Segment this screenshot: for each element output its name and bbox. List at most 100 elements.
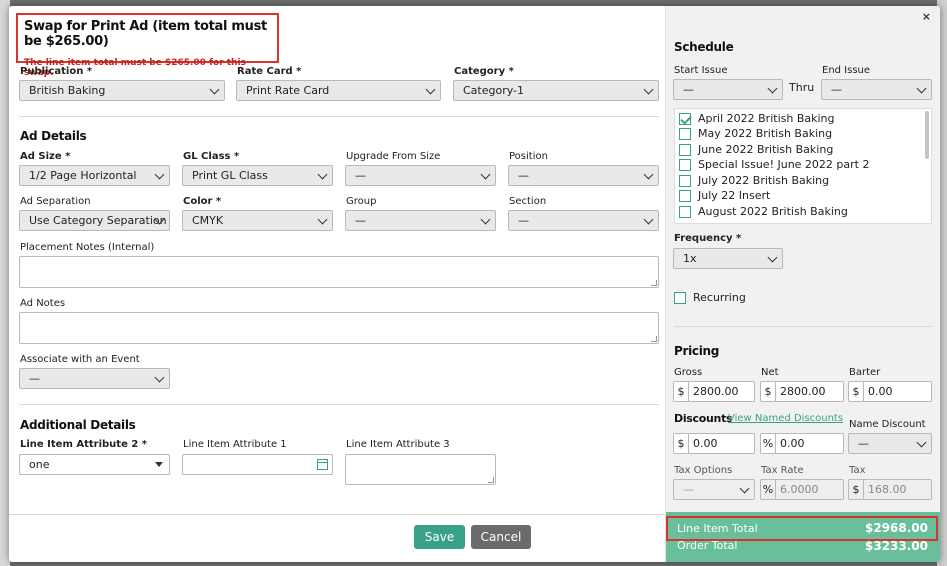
- start-issue-select[interactable]: —: [673, 79, 783, 100]
- ad-notes-textarea[interactable]: [19, 312, 659, 344]
- color-select[interactable]: CMYK: [182, 210, 333, 231]
- issue-item[interactable]: May 2022 British Baking: [679, 126, 832, 141]
- attr2-combobox[interactable]: one: [19, 454, 170, 475]
- discount-amount-value: 0.00: [693, 437, 718, 450]
- end-issue-select[interactable]: —: [821, 79, 932, 100]
- barter-input[interactable]: $0.00: [848, 381, 932, 402]
- resize-handle-icon[interactable]: [488, 477, 494, 483]
- discount-amount-input[interactable]: $0.00: [673, 433, 755, 454]
- percent-prefix: %: [761, 434, 776, 453]
- issue-label: July 22 Insert: [698, 189, 771, 202]
- checkbox-checked-icon[interactable]: [679, 112, 691, 125]
- checkbox-icon[interactable]: [674, 291, 686, 304]
- name-discount-label: Name Discount: [849, 419, 926, 430]
- thru-label: Thru: [789, 81, 815, 94]
- calendar-icon[interactable]: [317, 459, 328, 470]
- view-named-discounts-text[interactable]: View Named Discounts: [728, 413, 843, 424]
- tax-options-select: —: [673, 479, 755, 500]
- category-select[interactable]: Category-1: [453, 80, 659, 101]
- issue-item[interactable]: Special Issue! June 2022 part 2: [679, 157, 869, 172]
- additional-details-heading: Additional Details: [20, 418, 136, 432]
- discount-percent-input[interactable]: % 0.00: [760, 433, 844, 454]
- schedule-heading: Schedule: [674, 40, 734, 54]
- checkbox-icon[interactable]: [679, 127, 691, 140]
- swap-modal: Swap for Print Ad (item total must be $2…: [9, 6, 940, 562]
- list-scrollbar[interactable]: [925, 111, 929, 159]
- rate-card-value: Print Rate Card: [246, 84, 330, 97]
- chevron-down-icon: [643, 84, 654, 95]
- recurring-checkbox[interactable]: Recurring: [674, 290, 746, 305]
- summary-panel: × Schedule Start Issue — Thru End Issue …: [665, 6, 940, 562]
- ad-details-heading: Ad Details: [20, 129, 87, 143]
- dollar-prefix: $: [674, 434, 689, 453]
- save-button[interactable]: Save: [414, 525, 465, 549]
- caret-down-icon[interactable]: [155, 462, 163, 467]
- checkbox-icon[interactable]: [679, 205, 691, 218]
- associate-event-select[interactable]: —: [19, 368, 170, 389]
- chevron-down-icon: [317, 214, 328, 225]
- checkbox-icon[interactable]: [679, 174, 691, 187]
- ad-size-select[interactable]: 1/2 Page Horizontal: [19, 165, 170, 186]
- tax-rate-label: Tax Rate: [761, 465, 804, 476]
- pricing-heading: Pricing: [674, 344, 720, 358]
- issue-label: June 2022 British Baking: [698, 143, 834, 156]
- ad-separation-label: Ad Separation: [20, 196, 91, 207]
- publication-select[interactable]: British Baking: [19, 80, 225, 101]
- publication-label: Publication *: [20, 66, 93, 77]
- rate-card-select[interactable]: Print Rate Card: [236, 80, 441, 101]
- chevron-down-icon: [317, 169, 328, 180]
- gl-class-select[interactable]: Print GL Class: [182, 165, 333, 186]
- tax-value: 168.00: [868, 483, 907, 496]
- associate-event-label: Associate with an Event: [20, 354, 140, 365]
- position-select[interactable]: —: [508, 165, 659, 186]
- attr1-date-input[interactable]: [182, 454, 333, 475]
- attr2-value: one: [29, 458, 50, 471]
- name-discount-select[interactable]: —: [848, 433, 932, 454]
- issue-item[interactable]: July 2022 British Baking: [679, 173, 829, 188]
- ad-size-value: 1/2 Page Horizontal: [29, 169, 137, 182]
- section-select[interactable]: —: [508, 210, 659, 231]
- chevron-down-icon: [739, 483, 750, 494]
- issue-checklist[interactable]: April 2022 British Baking May 2022 Briti…: [674, 108, 932, 224]
- color-value: CMYK: [192, 214, 224, 227]
- view-named-discounts-link[interactable]: View Named Discounts: [728, 413, 843, 424]
- dollar-prefix: $: [849, 382, 864, 401]
- resize-handle-icon[interactable]: [651, 280, 657, 286]
- totals-bar: Line Item Total $2968.00 Order Total $32…: [666, 512, 940, 562]
- issue-item[interactable]: August 2022 British Baking: [679, 204, 848, 219]
- checkbox-icon[interactable]: [679, 143, 691, 156]
- upgrade-from-size-select[interactable]: —: [345, 165, 496, 186]
- group-select[interactable]: —: [345, 210, 496, 231]
- issue-item[interactable]: June 2022 British Baking: [679, 142, 833, 157]
- chevron-down-icon: [425, 84, 436, 95]
- line-item-total-label: Line Item Total: [677, 522, 758, 535]
- gl-class-label: GL Class *: [183, 151, 240, 162]
- gross-input[interactable]: $2800.00: [673, 381, 755, 402]
- issue-item[interactable]: April 2022 British Baking: [679, 111, 835, 126]
- chevron-down-icon: [916, 83, 927, 94]
- placement-notes-textarea[interactable]: [19, 256, 659, 288]
- end-issue-label: End Issue: [822, 65, 871, 76]
- cancel-button[interactable]: Cancel: [471, 525, 531, 549]
- ad-separation-select[interactable]: Use Category Separation: [19, 210, 170, 231]
- attr3-textarea[interactable]: [345, 454, 496, 485]
- associate-event-value: —: [29, 372, 40, 385]
- chevron-down-icon: [643, 169, 654, 180]
- start-issue-label: Start Issue: [674, 65, 728, 76]
- issue-item[interactable]: July 22 Insert: [679, 188, 770, 203]
- checkbox-icon[interactable]: [679, 189, 691, 202]
- chevron-down-icon: [643, 214, 654, 225]
- attr1-label: Line Item Attribute 1: [183, 439, 287, 450]
- tax-input: $168.00: [848, 479, 932, 500]
- group-label: Group: [346, 196, 377, 207]
- chevron-down-icon: [767, 252, 778, 263]
- resize-handle-icon[interactable]: [651, 336, 657, 342]
- frequency-select[interactable]: 1x: [673, 248, 783, 269]
- net-input[interactable]: $2800.00: [760, 381, 844, 402]
- checkbox-icon[interactable]: [679, 158, 691, 171]
- gross-value: 2800.00: [693, 385, 739, 398]
- section-label: Section: [509, 196, 547, 207]
- barter-label: Barter: [849, 367, 881, 378]
- close-icon[interactable]: ×: [922, 10, 931, 23]
- chevron-down-icon: [209, 84, 220, 95]
